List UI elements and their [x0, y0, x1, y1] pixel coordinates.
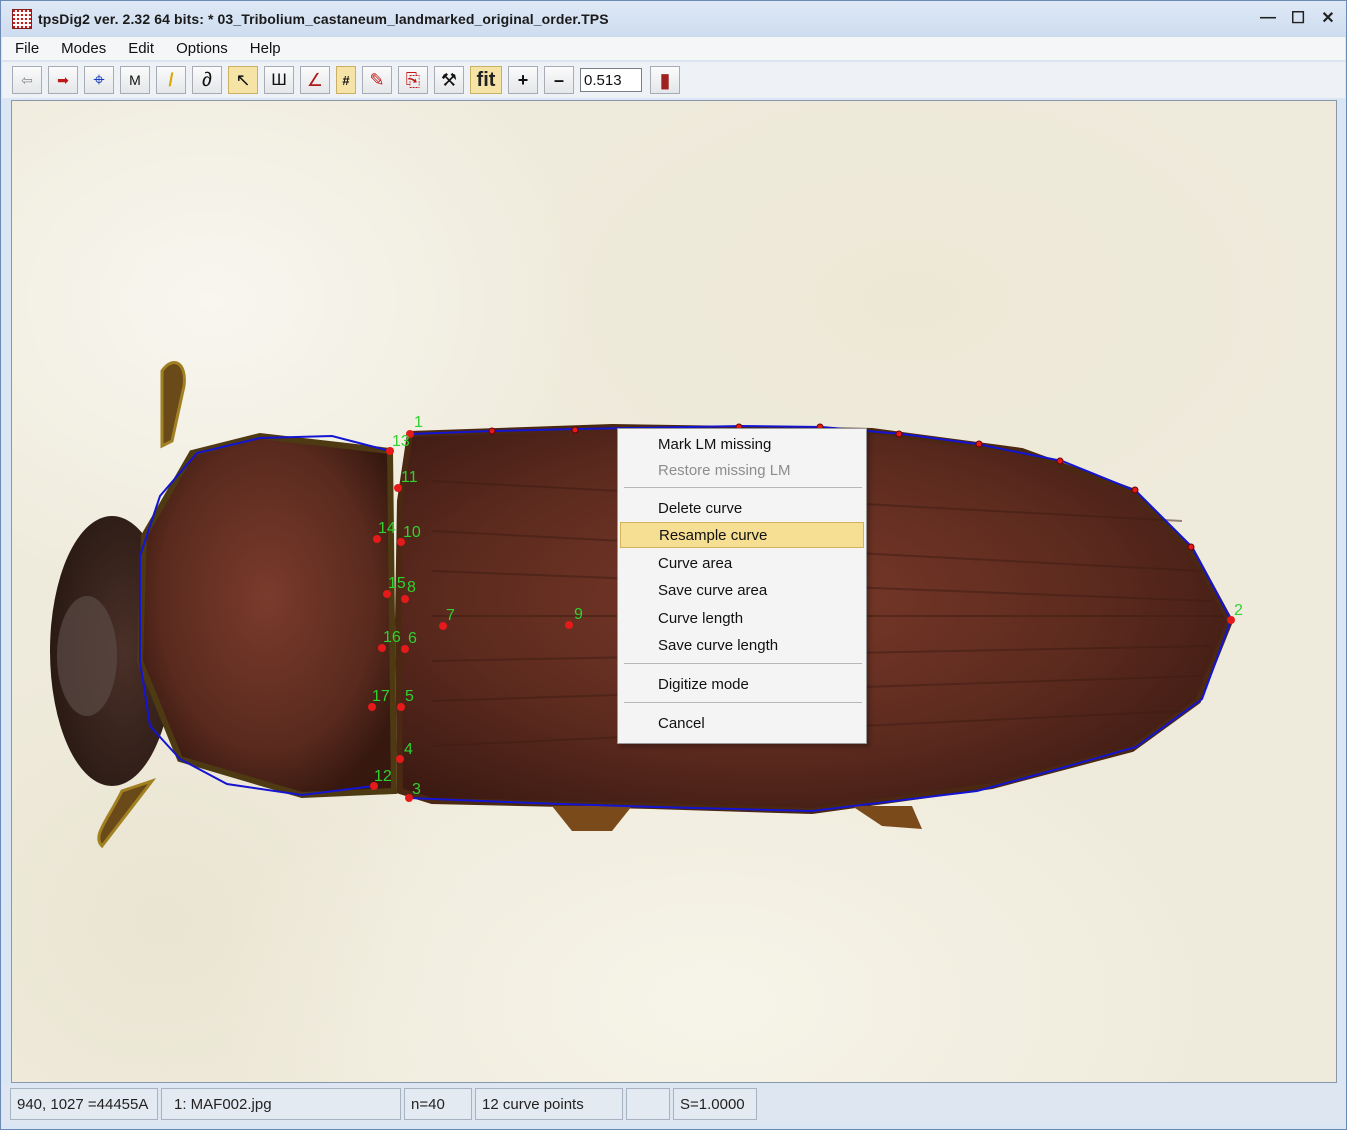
angle-icon[interactable]: ∠	[300, 66, 330, 94]
ctx-separator	[624, 663, 862, 664]
image-canvas[interactable]: 1 2 3 4 5 6 7 8 9 10 11 12 13 14 15 16 17 Mark LM missin…	[11, 100, 1337, 1083]
paint-icon[interactable]: ▮	[650, 66, 680, 94]
menu-bar: File Modes Edit Options Help	[2, 37, 1345, 61]
landmark-numbers-button[interactable]: #	[336, 66, 356, 94]
zoom-out-button[interactable]: –	[544, 66, 574, 94]
forward-arrow-icon[interactable]: ➡	[48, 66, 78, 94]
landmark-point[interactable]	[397, 703, 405, 711]
menu-options[interactable]: Options	[163, 40, 237, 57]
landmark-label: 2	[1234, 602, 1243, 619]
landmark-label: 1	[414, 414, 423, 431]
status-empty	[626, 1088, 670, 1120]
ctx-restore-missing-lm[interactable]: Restore missing LM	[620, 457, 864, 483]
curve-point[interactable]	[1187, 543, 1195, 551]
ctx-curve-length[interactable]: Curve length	[620, 605, 864, 631]
title-bar[interactable]: tpsDig2 ver. 2.32 64 bits: * 03_Triboliu…	[1, 1, 1346, 37]
landmark-label: 17	[372, 688, 390, 705]
minimize-button[interactable]: —	[1258, 7, 1278, 29]
status-scale: S=1.0000	[673, 1088, 757, 1120]
ctx-mark-lm-missing[interactable]: Mark LM missing	[620, 431, 864, 457]
ctx-save-curve-length[interactable]: Save curve length	[620, 632, 864, 658]
status-curve-points: 12 curve points	[475, 1088, 623, 1120]
curve-point[interactable]	[1131, 486, 1139, 494]
curve-point[interactable]	[488, 427, 496, 435]
fit-button[interactable]: fit	[470, 66, 502, 94]
ctx-delete-curve[interactable]: Delete curve	[620, 495, 864, 521]
menu-help[interactable]: Help	[237, 40, 290, 57]
crosshair-icon[interactable]: ⌖	[84, 66, 114, 94]
landmark-label: 11	[401, 469, 418, 486]
copy-icon[interactable]: ⎘	[398, 66, 428, 94]
landmark-point[interactable]	[396, 755, 404, 763]
landmark-label: 12	[374, 768, 392, 785]
landmark-label: 9	[574, 606, 583, 623]
landmark-label: 6	[408, 630, 417, 647]
landmark-point[interactable]	[565, 621, 573, 629]
ctx-resample-curve[interactable]: Resample curve	[620, 522, 864, 548]
status-count: n=40	[404, 1088, 472, 1120]
landmark-label: 16	[383, 629, 401, 646]
status-coords: 940, 1027 =44455A	[10, 1088, 158, 1120]
toolbar: ⇦ ➡ ⌖ M / ∂ ↖ Ш ∠ # ✎ ⎘ ⚒ fit + – ▮	[2, 62, 1345, 98]
brush-icon[interactable]: ✎	[362, 66, 392, 94]
ruler-icon[interactable]: Ш	[264, 66, 294, 94]
ctx-save-curve-area[interactable]: Save curve area	[620, 577, 864, 603]
window-title: tpsDig2 ver. 2.32 64 bits: * 03_Triboliu…	[38, 11, 609, 27]
landmark-label: 13	[392, 433, 410, 450]
mark-button[interactable]: M	[120, 66, 150, 94]
landmark-label: 8	[407, 579, 416, 596]
status-image: 1: MAF002.jpg	[161, 1088, 401, 1120]
ctx-curve-area[interactable]: Curve area	[620, 550, 864, 576]
ctx-separator	[624, 702, 862, 703]
curve-point[interactable]	[1056, 457, 1064, 465]
pointer-icon[interactable]: ↖	[228, 66, 258, 94]
context-menu: Mark LM missing Restore missing LM Delet…	[617, 428, 867, 744]
maximize-button[interactable]: ☐	[1288, 7, 1308, 29]
ctx-cancel[interactable]: Cancel	[620, 710, 864, 736]
landmark-label: 10	[403, 524, 421, 541]
menu-edit[interactable]: Edit	[115, 40, 163, 57]
landmark-label: 14	[378, 520, 396, 537]
status-bar: 940, 1027 =44455A 1: MAF002.jpg n=40 12 …	[2, 1085, 1345, 1123]
outline-tool-icon[interactable]: ∂	[192, 66, 222, 94]
landmark-label: 5	[405, 688, 414, 705]
app-icon	[12, 9, 32, 29]
line-tool-icon[interactable]: /	[156, 66, 186, 94]
zoom-field[interactable]	[580, 68, 642, 92]
ctx-separator	[624, 487, 862, 488]
tools-icon[interactable]: ⚒	[434, 66, 464, 94]
app-window: tpsDig2 ver. 2.32 64 bits: * 03_Triboliu…	[0, 0, 1347, 1130]
landmark-label: 7	[446, 607, 455, 624]
close-button[interactable]: ✕	[1318, 7, 1338, 29]
ctx-digitize-mode[interactable]: Digitize mode	[620, 671, 864, 697]
landmark-label: 4	[404, 741, 413, 758]
menu-modes[interactable]: Modes	[48, 40, 115, 57]
zoom-in-button[interactable]: +	[508, 66, 538, 94]
menu-file[interactable]: File	[2, 40, 48, 57]
landmark-label: 15	[388, 575, 406, 592]
back-arrow-icon[interactable]: ⇦	[12, 66, 42, 94]
landmark-label: 3	[412, 781, 421, 798]
curve-point[interactable]	[571, 426, 579, 434]
curve-point[interactable]	[975, 440, 983, 448]
curve-point[interactable]	[895, 430, 903, 438]
landmark-point[interactable]	[401, 595, 409, 603]
